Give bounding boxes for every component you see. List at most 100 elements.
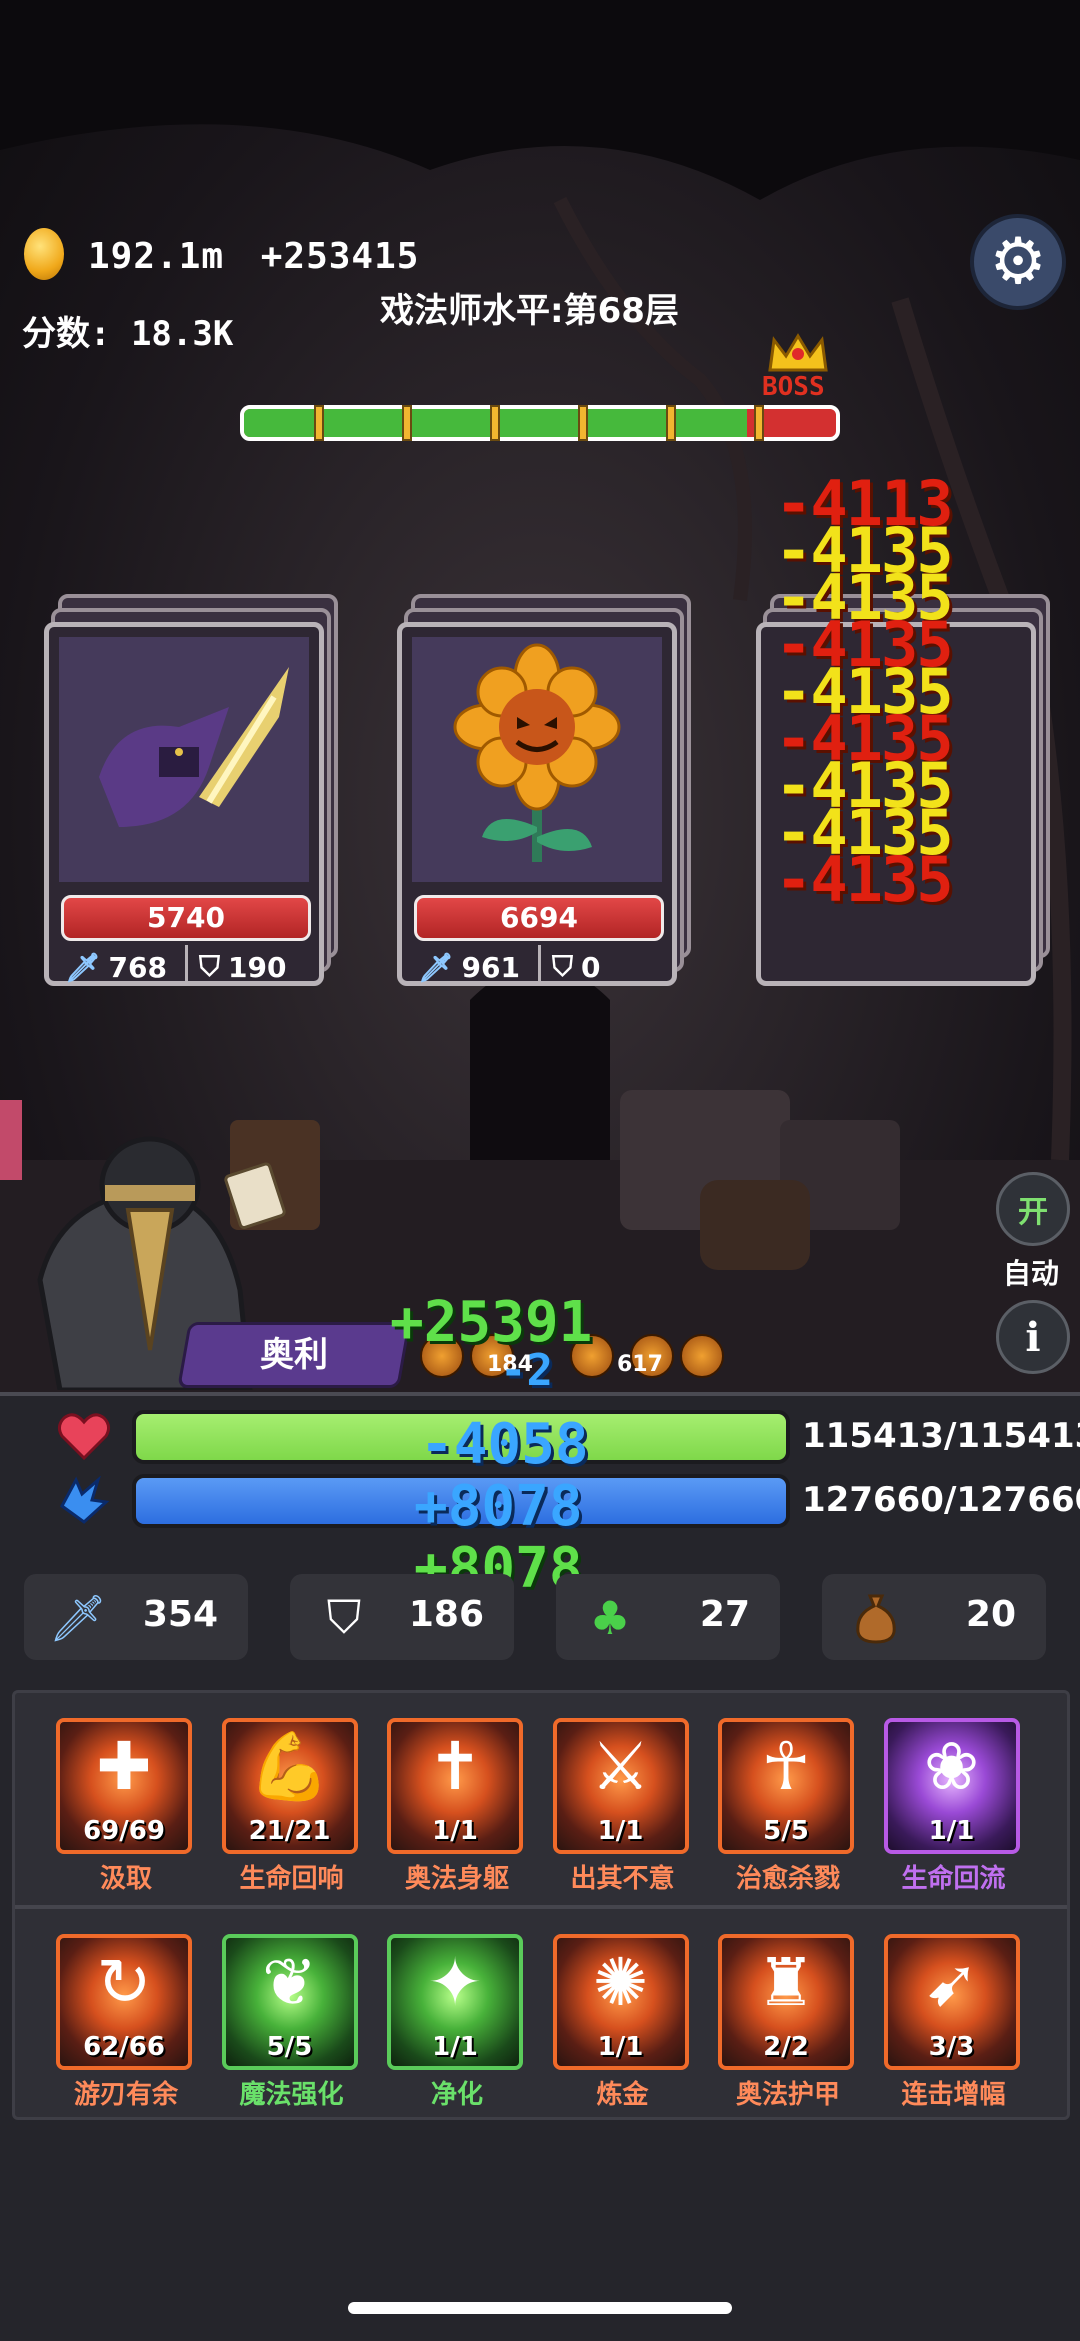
purify-icon: ✦ xyxy=(427,1944,483,2021)
spellbook-icon: ❦ xyxy=(261,1944,318,2021)
damage-number: -4135 xyxy=(775,843,954,916)
loot-stat: 20 xyxy=(822,1574,1046,1660)
enemy-attack: 🗡 961 xyxy=(418,949,520,985)
skill-name: 魔法强化 xyxy=(239,2080,344,2110)
crown-icon xyxy=(768,333,828,372)
skill-name: 奥法身躯 xyxy=(404,1864,509,1894)
enemy-hp-bar: 5740 xyxy=(61,895,311,941)
loot-stat-value: 20 xyxy=(965,1594,1016,1635)
skill-slot[interactable]: ⚔ 1/1 出其不意 xyxy=(552,1718,693,1895)
progress-marker xyxy=(490,405,500,441)
card-front: 6694 🗡 961 ⛉ 0 xyxy=(397,622,677,986)
skill-tile: ↻ 62/66 xyxy=(56,1934,192,2070)
life-flow-icon: ❀ xyxy=(923,1728,980,1805)
skill-name: 炼金 xyxy=(596,2080,649,2110)
skill-count: 2/2 xyxy=(763,2032,809,2062)
skill-slot[interactable]: ✦ 1/1 净化 xyxy=(387,1934,527,2111)
skill-name: 出其不意 xyxy=(570,1864,675,1894)
skill-count: 3/3 xyxy=(928,2032,975,2062)
gear-icon: ⚙ xyxy=(989,225,1047,299)
gold-gain: +253415 xyxy=(260,236,420,277)
combo-icon: ➹ xyxy=(923,1944,980,2021)
shield-icon: ⛉ xyxy=(326,1590,362,1644)
skill-count: 1/1 xyxy=(597,1816,644,1846)
skill-slot[interactable]: ❀ 1/1 生命回流 xyxy=(883,1718,1024,1895)
boss-label: BOSS xyxy=(762,372,825,402)
settings-gear-button[interactable]: ⚙ xyxy=(970,214,1066,310)
money-bag-icon xyxy=(848,1590,904,1646)
progress-marker xyxy=(402,405,412,441)
skill-slot[interactable]: ↻ 62/66 游刃有余 xyxy=(56,1934,196,2111)
evil-sunflower-icon xyxy=(412,637,662,882)
skill-count: 1/1 xyxy=(928,1816,975,1846)
info-icon: i xyxy=(1025,1313,1041,1361)
hero-name-plate[interactable]: 奥利 xyxy=(177,1322,411,1388)
gold-coin-icon xyxy=(24,228,64,280)
auto-toggle-button[interactable]: 开 xyxy=(996,1172,1070,1246)
card-front: 5740 🗡 768 ⛉ 190 xyxy=(44,622,324,986)
skill-tile: ✚ 69/69 xyxy=(56,1718,192,1854)
defense-stat: ⛉ 186 xyxy=(290,1574,514,1660)
skill-name: 生命回响 xyxy=(239,1864,344,1894)
skill-slot[interactable]: ✚ 69/69 汲取 xyxy=(56,1718,196,1895)
gold-counter: 192.1m +253415 xyxy=(88,236,419,277)
skill-tile: ❀ 1/1 xyxy=(883,1718,1020,1854)
winged-sword-icon: ✝ xyxy=(427,1728,483,1805)
skill-row-divider xyxy=(15,1905,1067,1909)
attack-stat-value: 354 xyxy=(142,1594,218,1635)
skill-tile: ♜ 2/2 xyxy=(718,1934,854,2070)
skill-count: 21/21 xyxy=(248,1816,331,1846)
damage-number-stack: -4113 -4135 -4135 -4135 -4135 -4135 -4135 -4135… xyxy=(775,473,1015,916)
sword-icon: 🗡 xyxy=(65,950,101,984)
skill-count: 62/66 xyxy=(83,2032,165,2062)
blade-swirl-icon: ↻ xyxy=(96,1944,152,2021)
defense-value: 190 xyxy=(228,950,287,984)
auto-label: 自动 xyxy=(1003,1257,1060,1290)
skill-slot[interactable]: ❦ 5/5 魔法强化 xyxy=(221,1934,362,2111)
floating-mp-gain: +8078 xyxy=(414,1474,583,1539)
progress-marker xyxy=(754,405,764,441)
enemy-attack: 🗡 768 xyxy=(65,949,167,985)
heart-icon xyxy=(57,1413,111,1461)
hp-value: 115413/115413 xyxy=(802,1416,1080,1456)
progress-marker xyxy=(578,405,588,441)
floating-small: -2 xyxy=(500,1345,553,1395)
mana-icon xyxy=(60,1476,110,1524)
skill-slot[interactable]: ✺ 1/1 炼金 xyxy=(552,1934,693,2111)
sword-icon: 🗡 xyxy=(48,1590,108,1645)
shadow-blade-icon xyxy=(59,637,309,882)
skill-count: 69/69 xyxy=(83,1816,165,1846)
skill-count: 5/5 xyxy=(763,1816,809,1846)
skill-slot[interactable]: ♜ 2/2 奥法护甲 xyxy=(718,1934,858,2111)
mp-value: 127660/127660 xyxy=(802,1480,1080,1520)
skill-name: 治愈杀戮 xyxy=(735,1864,840,1894)
skill-tile: ❦ 5/5 xyxy=(221,1934,358,2070)
enemy-card[interactable]: 6694 🗡 961 ⛉ 0 xyxy=(397,594,691,986)
dagger-icon: ⚔ xyxy=(590,1728,651,1805)
info-button[interactable]: i xyxy=(996,1300,1070,1374)
enemy-hp-bar: 6694 xyxy=(414,895,664,941)
luck-stat: ♣ 27 xyxy=(556,1574,780,1660)
skill-name: 奥法护甲 xyxy=(735,2080,840,2110)
hero-name: 奥利 xyxy=(260,1335,328,1375)
skill-slot[interactable]: ☥ 5/5 治愈杀戮 xyxy=(718,1718,858,1895)
heal-kill-icon: ☥ xyxy=(761,1728,811,1805)
drain-icon: ✚ xyxy=(96,1728,152,1805)
floating-gain: +25391 xyxy=(390,1290,593,1355)
skill-slot[interactable]: ✝ 1/1 奥法身躯 xyxy=(387,1718,527,1895)
skill-count: 1/1 xyxy=(432,2032,478,2062)
skill-name: 游刃有余 xyxy=(73,2080,178,2110)
skill-count: 5/5 xyxy=(266,2032,313,2062)
home-indicator[interactable] xyxy=(348,2302,732,2314)
arcane-armor-icon: ♜ xyxy=(756,1944,816,2021)
floor-progress-bar xyxy=(240,405,840,441)
floating-hp-damage: -4058 xyxy=(420,1412,589,1477)
enemy-card[interactable]: 5740 🗡 768 ⛉ 190 xyxy=(44,594,338,986)
enemy-defense: ⛉ 190 xyxy=(199,949,286,985)
skill-tile: ✦ 1/1 xyxy=(387,1934,523,2070)
battle-scene: 192.1m +253415 分数: 18.3K 戏法师水平:第68层 ⚙ BO… xyxy=(0,0,1080,1395)
attack-value: 961 xyxy=(461,950,520,984)
skill-slot[interactable]: ➹ 3/3 连击增幅 xyxy=(883,1934,1024,2111)
defense-value: 0 xyxy=(581,950,601,984)
skill-slot[interactable]: 💪 21/21 生命回响 xyxy=(221,1718,362,1895)
